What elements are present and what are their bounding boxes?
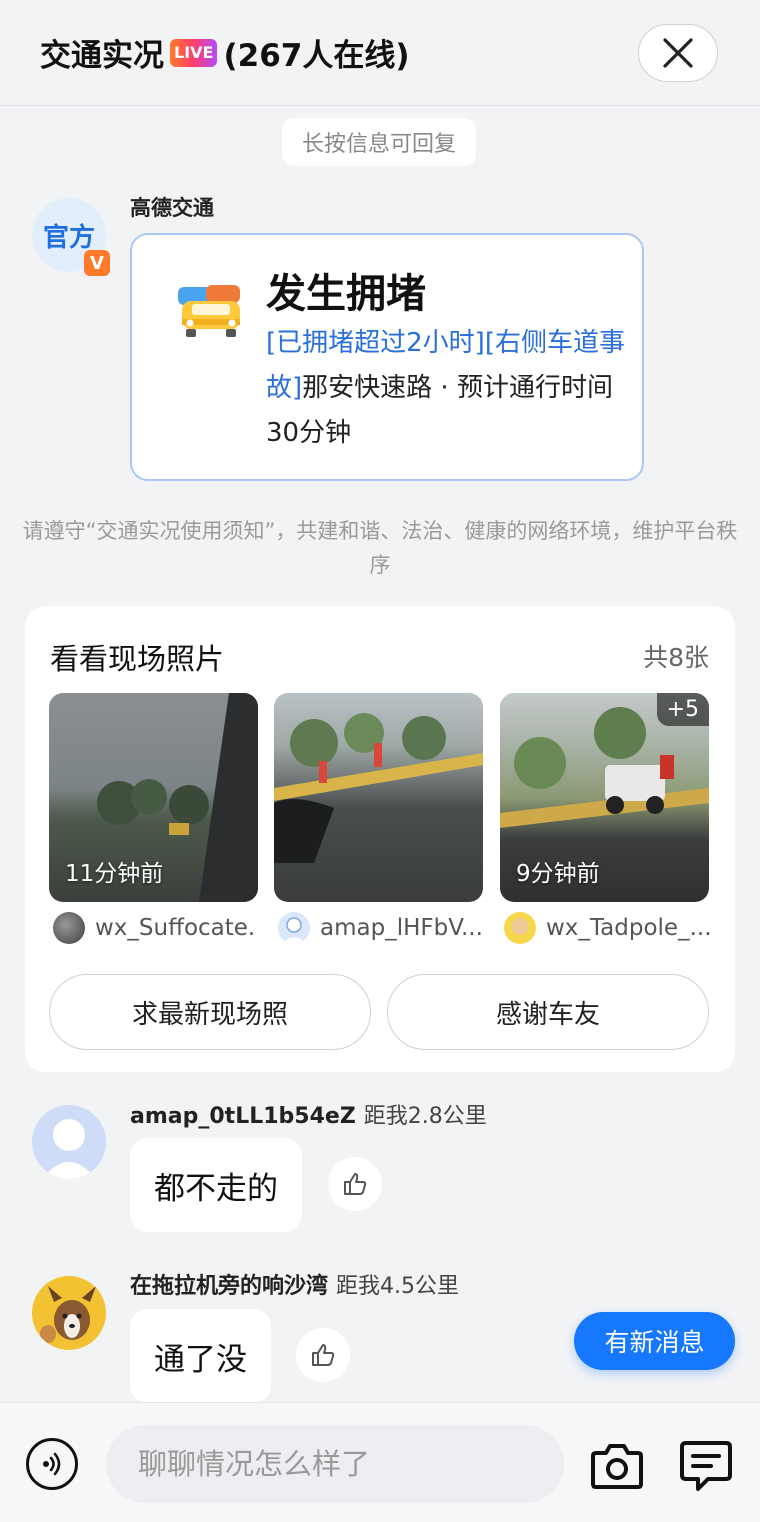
- online-count: (267人在线): [223, 38, 410, 74]
- thumbs-up-icon: [312, 1344, 335, 1366]
- live-photos-card: 看看现场照片 共8张 11分钟前 +5 9分钟前 wx_Suffocate. a…: [25, 606, 735, 1072]
- user-avatar[interactable]: [32, 1276, 106, 1350]
- voice-icon: [43, 1452, 61, 1476]
- alert-body: [已拥堵超过2小时][右侧车道事故]那安快速路 · 预计通行时间30分钟: [266, 321, 628, 456]
- photos-count[interactable]: 共8张: [643, 638, 709, 674]
- thank-drivers-button[interactable]: 感谢车友: [387, 974, 709, 1050]
- default-user-icon: [42, 1119, 96, 1179]
- like-button[interactable]: [328, 1157, 382, 1211]
- rules-notice: 请遵守“交通实况使用须知”，共建和谐、法治、健康的网络环境，维护平台秩序: [22, 519, 738, 577]
- photo-thumbnail[interactable]: 11分钟前: [49, 693, 258, 902]
- alert-tag-duration: [已拥堵超过2小时]: [266, 328, 485, 358]
- message-distance: 距我4.5公里: [336, 1274, 460, 1299]
- dog-avatar-icon: [40, 1286, 96, 1343]
- photo-thumbnail[interactable]: [274, 693, 483, 902]
- message-feedback-icon[interactable]: [678, 1437, 734, 1493]
- new-messages-button[interactable]: 有新消息: [574, 1312, 735, 1370]
- uploader-avatar: [278, 912, 310, 944]
- official-name: 高德交通: [130, 196, 214, 220]
- photo-uploader[interactable]: amap_lHFbV...: [278, 912, 487, 944]
- traffic-alert-card[interactable]: 发生拥堵 [已拥堵超过2小时][右侧车道事故]那安快速路 · 预计通行时间30分…: [130, 233, 644, 481]
- photos-title: 看看现场照片: [50, 642, 225, 676]
- voice-input-button[interactable]: [26, 1438, 78, 1490]
- request-photo-button[interactable]: 求最新现场照: [49, 974, 371, 1050]
- page-title: 交通实况 LIVE (267人在线): [40, 30, 410, 75]
- uploader-name: amap_lHFbV...: [320, 915, 483, 941]
- photo-time: 9分钟前: [516, 861, 600, 887]
- alert-detail: 那安快速路 · 预计通行时间30分钟: [266, 373, 613, 448]
- message-username[interactable]: amap_0tLL1b54eZ: [130, 1104, 356, 1129]
- photo-thumbnail[interactable]: +5 9分钟前: [500, 693, 709, 902]
- message-meta: 在拖拉机旁的响沙湾 距我4.5公里: [130, 1268, 459, 1300]
- message-bubble[interactable]: 通了没: [130, 1309, 271, 1403]
- message-bubble[interactable]: 都不走的: [130, 1138, 302, 1232]
- message-username[interactable]: 在拖拉机旁的响沙湾: [130, 1274, 328, 1299]
- live-badge: LIVE: [170, 38, 218, 67]
- photo-uploader[interactable]: wx_Suffocate.: [53, 912, 262, 944]
- camera-icon[interactable]: [590, 1439, 644, 1491]
- more-photos-count: +5: [656, 693, 709, 726]
- reply-hint: 长按信息可回复: [282, 118, 476, 166]
- chat-input[interactable]: [106, 1425, 564, 1503]
- photo-uploader[interactable]: wx_Tadpole_...: [504, 912, 713, 944]
- uploader-name: wx_Suffocate.: [95, 915, 256, 941]
- message-distance: 距我2.8公里: [363, 1104, 487, 1129]
- bottom-input-bar: [0, 1402, 760, 1522]
- title-text: 交通实况: [40, 38, 164, 74]
- photo-time: 11分钟前: [65, 861, 164, 887]
- uploader-avatar: [504, 912, 536, 944]
- verified-badge: V: [84, 250, 110, 276]
- photo-scene: [274, 713, 483, 863]
- user-avatar[interactable]: [32, 1105, 106, 1179]
- like-button[interactable]: [296, 1328, 350, 1382]
- message-meta: amap_0tLL1b54eZ 距我2.8公里: [130, 1098, 487, 1130]
- traffic-jam-cars-icon: [178, 285, 240, 337]
- header: 交通实况 LIVE (267人在线): [0, 0, 760, 106]
- uploader-avatar: [53, 912, 85, 944]
- close-button[interactable]: [638, 24, 718, 82]
- alert-title: 发生拥堵: [266, 271, 426, 317]
- uploader-name: wx_Tadpole_...: [546, 915, 712, 941]
- thumbs-up-icon: [344, 1173, 367, 1195]
- close-icon: [663, 38, 693, 68]
